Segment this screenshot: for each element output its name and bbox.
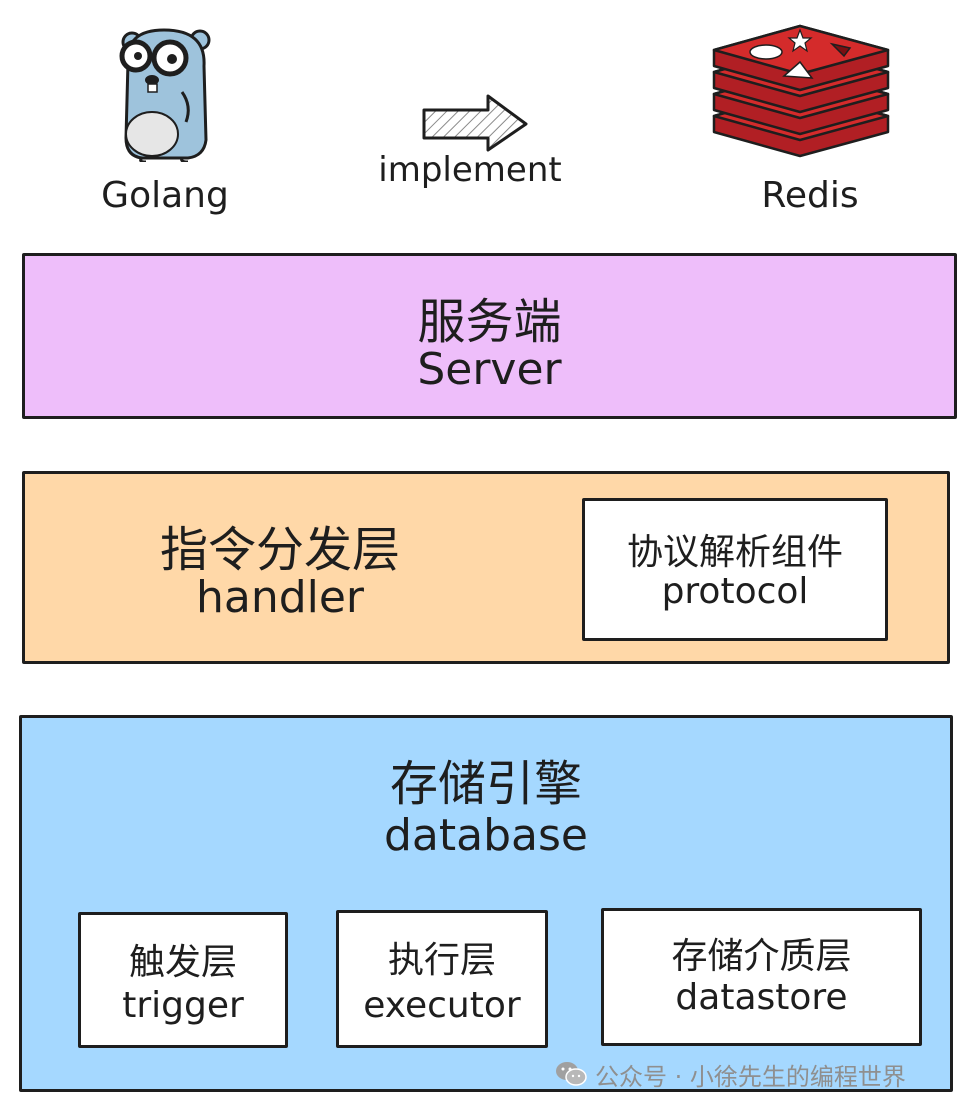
golang-label: Golang xyxy=(101,175,229,216)
executor-title-zh: 执行层 xyxy=(387,940,496,981)
right-arrow-icon xyxy=(422,94,528,152)
datastore-title-zh: 存储介质层 xyxy=(671,936,852,977)
gopher-icon xyxy=(119,28,211,162)
datastore-component: 存储介质层 datastore xyxy=(601,908,922,1046)
server-title-zh: 服务端 xyxy=(417,294,562,350)
wechat-icon xyxy=(556,1062,587,1086)
redis-label: Redis xyxy=(761,175,859,216)
protocol-title-en: protocol xyxy=(661,571,809,612)
trigger-title-en: trigger xyxy=(122,985,244,1026)
protocol-component: 协议解析组件 protocol xyxy=(582,498,888,641)
watermark: 公众号 · 小徐先生的编程世界 xyxy=(555,1056,965,1092)
executor-title-en: executor xyxy=(363,985,521,1026)
redis-logo-icon xyxy=(712,24,890,158)
handler-title-en: handler xyxy=(195,572,365,623)
implement-label: implement xyxy=(378,150,562,190)
watermark-text: 公众号 · 小徐先生的编程世界 xyxy=(595,1062,906,1091)
datastore-title-en: datastore xyxy=(675,977,848,1018)
trigger-title-zh: 触发层 xyxy=(128,942,237,983)
executor-component: 执行层 executor xyxy=(336,910,548,1048)
database-title-en: database xyxy=(384,810,588,861)
database-title-zh: 存储引擎 xyxy=(389,756,582,812)
trigger-component: 触发层 trigger xyxy=(78,912,288,1048)
protocol-title-zh: 协议解析组件 xyxy=(626,532,843,573)
handler-title-zh: 指令分发层 xyxy=(159,522,400,578)
database-layer: 存储引擎 database 触发层 trigger 执行层 executor 存… xyxy=(19,715,953,1092)
handler-layer: 指令分发层 handler 协议解析组件 protocol xyxy=(22,471,950,664)
server-layer: 服务端 Server xyxy=(22,253,957,419)
server-title-en: Server xyxy=(417,344,562,395)
